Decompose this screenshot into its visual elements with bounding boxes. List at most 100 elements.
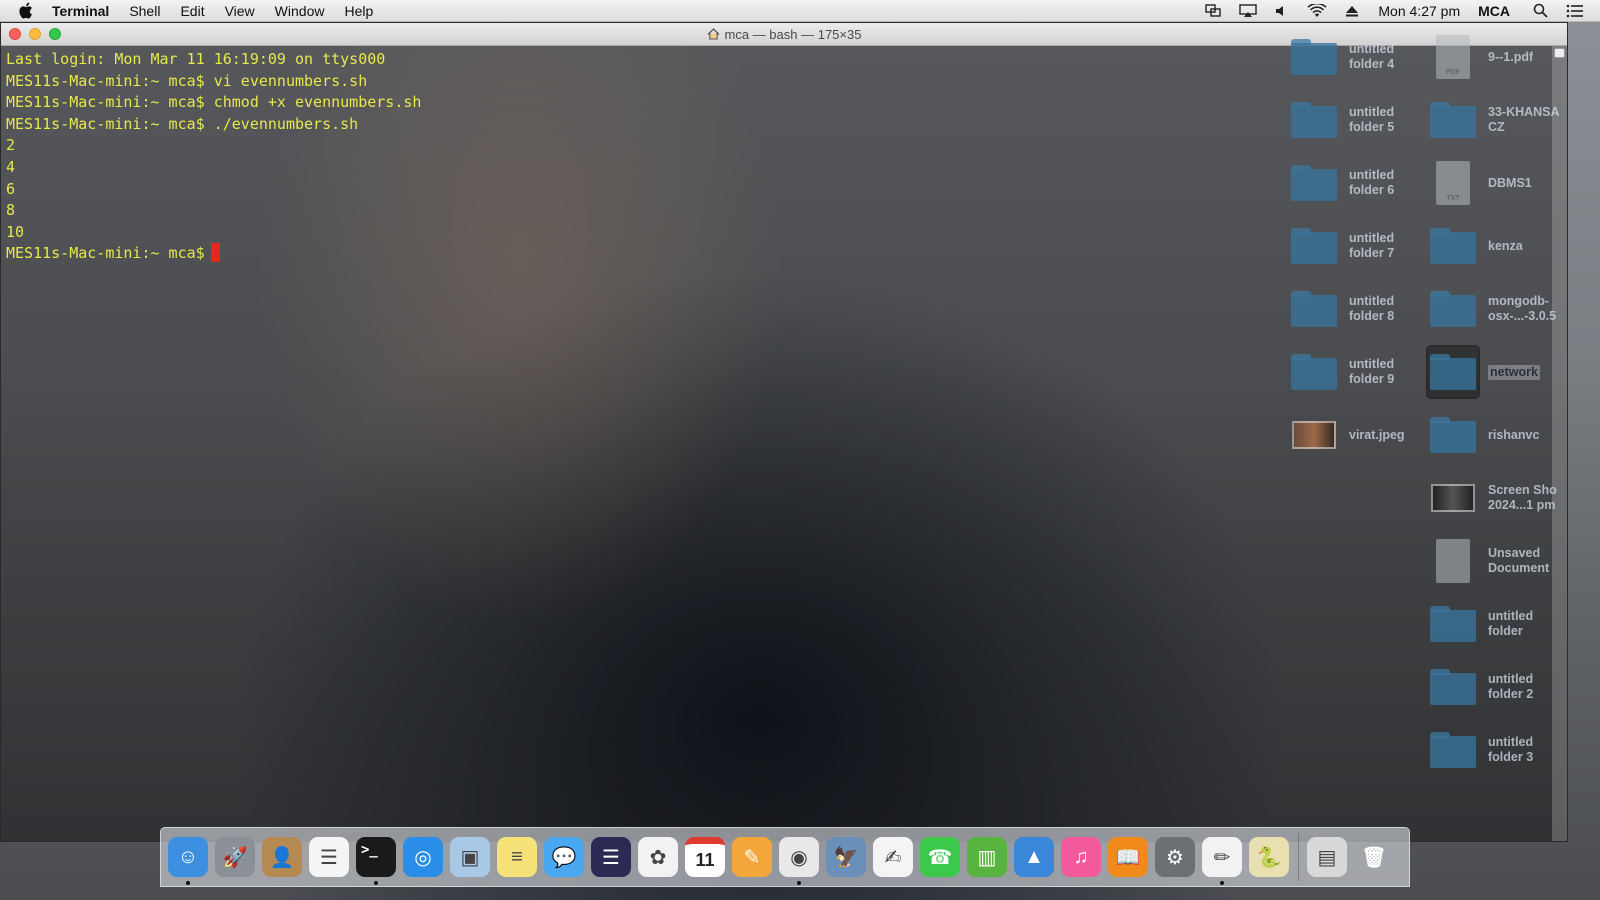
system-preferences-icon[interactable]: ⚙ — [1155, 835, 1195, 879]
desktop-item-label: untitled folder 3 — [1488, 735, 1534, 764]
desktop-item[interactable]: Screen Sho 2024...1 pm — [1428, 473, 1588, 523]
desktop-item[interactable]: TXT DBMS1 — [1428, 158, 1588, 208]
finder-icon[interactable]: ☺ — [168, 835, 208, 885]
desktop-item[interactable]: mongodb- osx-...-3.0.5 — [1428, 284, 1588, 334]
trash-icon[interactable]: 🗑 — [1354, 835, 1394, 879]
airplay-icon[interactable] — [1239, 3, 1258, 18]
folder-icon — [1428, 95, 1478, 145]
desktop-item-label: Unsaved Document — [1488, 546, 1550, 575]
desktop-item[interactable]: rishanvc — [1428, 410, 1588, 460]
running-indicator — [374, 881, 378, 885]
folder-icon — [1289, 347, 1339, 397]
textedit-pen-icon[interactable]: ✏ — [1202, 835, 1242, 885]
terminal-icon[interactable]: >_ — [356, 835, 396, 885]
messages-icon[interactable]: 💬 — [544, 835, 584, 879]
desktop-item-label: untitled folder 4 — [1349, 42, 1395, 71]
spotlight-search-icon[interactable] — [1533, 3, 1548, 18]
menu-clock[interactable]: Mon 4:27 pm — [1378, 3, 1460, 19]
folder-icon — [1428, 284, 1478, 334]
pages-icon[interactable]: ✎ — [732, 835, 772, 879]
folder-icon — [1289, 284, 1339, 334]
notification-center-icon[interactable] — [1566, 4, 1584, 18]
dock-app-glyph: 💬 — [544, 837, 584, 877]
text-file-icon: TXT — [1428, 158, 1478, 208]
dock-app-glyph: ◎ — [403, 837, 443, 877]
desktop-item[interactable]: untitled folder 3 — [1428, 725, 1588, 775]
downloads-stack-icon[interactable]: ▤ — [1307, 835, 1347, 879]
dock-app-glyph: ◉ — [779, 837, 819, 877]
window-mirroring-icon[interactable] — [1205, 3, 1222, 18]
desktop-item-label: DBMS1 — [1488, 175, 1532, 190]
dock-app-glyph: 📖 — [1108, 837, 1148, 877]
keynote-icon[interactable]: ▲ — [1014, 835, 1054, 879]
safari-icon[interactable]: ◎ — [403, 835, 443, 879]
desktop-item[interactable]: untitled folder — [1428, 599, 1588, 649]
dock-app-glyph: ☺ — [168, 837, 208, 877]
desktop-item[interactable]: 33-KHANSA CZ — [1428, 95, 1588, 145]
contacts-icon[interactable]: 👤 — [262, 835, 302, 879]
terminal-prompt: MES11s-Mac-mini:~ mca$ — [6, 244, 205, 263]
calendar-icon[interactable]: 11 — [685, 835, 725, 879]
itunes-icon[interactable]: ♫ — [1061, 835, 1101, 879]
dock-app-glyph: ♫ — [1061, 837, 1101, 877]
menu-window[interactable]: Window — [275, 3, 325, 19]
desktop-item-label: 9--1.pdf — [1488, 49, 1534, 64]
ibooks-icon[interactable]: 📖 — [1108, 835, 1148, 879]
home-icon — [707, 28, 720, 40]
desktop-item[interactable]: untitled folder 5 — [1289, 95, 1449, 145]
python-launcher-icon[interactable]: 🐍 — [1249, 835, 1289, 879]
dock-separator — [1298, 833, 1299, 881]
menu-shell[interactable]: Shell — [129, 3, 160, 19]
eject-icon[interactable] — [1345, 4, 1359, 18]
desktop-item[interactable]: untitled folder 7 — [1289, 221, 1449, 271]
file-type-badge: TXT — [1446, 195, 1460, 202]
notes-icon[interactable]: ≡ — [497, 835, 537, 879]
desktop-item[interactable]: untitled folder 2 — [1428, 662, 1588, 712]
menu-view[interactable]: View — [225, 3, 255, 19]
desktop-item-label: virat.jpeg — [1349, 427, 1405, 442]
desktop-item[interactable]: kenza — [1428, 221, 1588, 271]
folder-icon — [1428, 410, 1478, 460]
dock-app-glyph: ☰ — [309, 837, 349, 877]
apple-menu-icon[interactable] — [18, 2, 36, 19]
desktop-item-label: 33-KHANSA CZ — [1488, 105, 1560, 134]
desktop-item-label: untitled folder 9 — [1349, 357, 1395, 386]
minimize-button[interactable] — [29, 28, 41, 40]
menu-user[interactable]: MCA — [1478, 3, 1510, 19]
desktop-item[interactable]: untitled folder 9 — [1289, 347, 1449, 397]
menu-edit[interactable]: Edit — [180, 3, 204, 19]
reminders-icon[interactable]: ☰ — [309, 835, 349, 879]
close-button[interactable] — [9, 28, 21, 40]
desktop-item-label: untitled folder — [1488, 609, 1534, 638]
desktop-item[interactable]: virat.jpeg — [1289, 410, 1449, 460]
facetime-icon[interactable]: ☎ — [920, 835, 960, 879]
desktop-item[interactable]: network — [1426, 345, 1588, 399]
textedit-icon[interactable]: ✍ — [873, 835, 913, 879]
desktop-item-label: untitled folder 7 — [1349, 231, 1395, 260]
dock-app-glyph: ▲ — [1014, 837, 1054, 877]
desktop-item-label: untitled folder 6 — [1349, 168, 1395, 197]
preview-icon[interactable]: ▣ — [450, 835, 490, 879]
file-type-badge: PDF — [1446, 69, 1460, 76]
desktop-item[interactable]: Unsaved Document — [1428, 536, 1588, 586]
chrome-icon[interactable]: ◉ — [779, 835, 819, 885]
zoom-button[interactable] — [49, 28, 61, 40]
numbers-icon[interactable]: ▥ — [967, 835, 1007, 879]
dock-app-glyph: ▣ — [450, 837, 490, 877]
folder-icon — [1428, 221, 1478, 271]
dock-app-glyph: 🗑 — [1361, 846, 1387, 869]
menu-app-name[interactable]: Terminal — [52, 3, 109, 19]
volume-icon[interactable] — [1275, 4, 1289, 18]
wifi-icon[interactable] — [1307, 3, 1327, 18]
desktop-item[interactable]: untitled folder 6 — [1289, 158, 1449, 208]
menu-help[interactable]: Help — [344, 3, 373, 19]
dock-app-glyph: ⚙ — [1155, 837, 1195, 877]
desktop-item[interactable]: untitled folder 4 — [1289, 32, 1449, 82]
eclipse-icon[interactable]: ☰ — [591, 835, 631, 879]
photo-editor-icon[interactable]: 🦅 — [826, 835, 866, 879]
desktop-item[interactable]: untitled folder 8 — [1289, 284, 1449, 334]
photos-icon[interactable]: ✿ — [638, 835, 678, 879]
launchpad-icon[interactable]: 🚀 — [215, 835, 255, 879]
desktop-item[interactable]: PDF 9--1.pdf — [1428, 32, 1588, 82]
pdf-file-icon: PDF — [1428, 32, 1478, 82]
